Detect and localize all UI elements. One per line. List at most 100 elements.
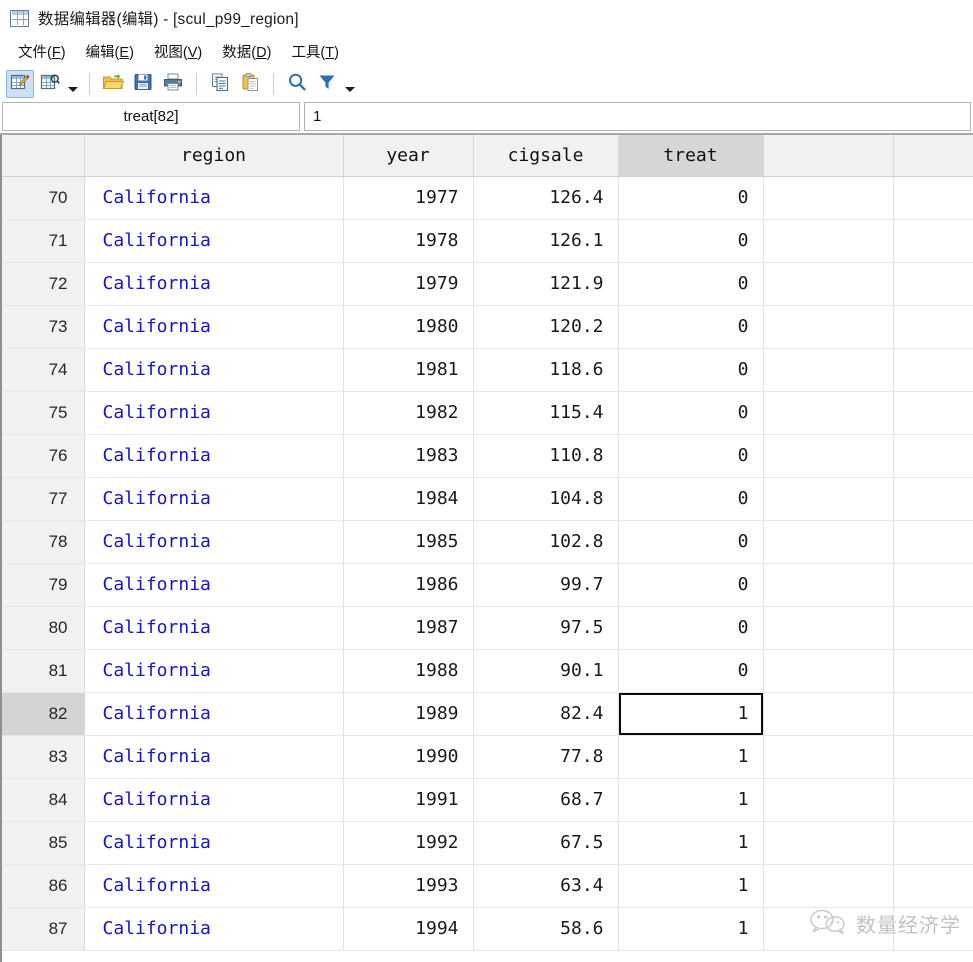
- cell-empty-2[interactable]: [893, 176, 973, 220]
- cell-cigsale[interactable]: 90.1: [473, 649, 619, 693]
- cell-year[interactable]: 1985: [343, 520, 474, 564]
- table-row[interactable]: 78 California 1985 102.8 0: [0, 520, 973, 564]
- column-header-region[interactable]: region: [84, 135, 344, 177]
- cell-reference-input[interactable]: treat[82]: [2, 102, 300, 131]
- cell-empty-2[interactable]: [893, 649, 973, 693]
- cell-year[interactable]: 1988: [343, 649, 474, 693]
- cell-region[interactable]: California: [84, 563, 344, 607]
- table-row[interactable]: 79 California 1986 99.7 0: [0, 563, 973, 607]
- cell-cigsale[interactable]: 110.8: [473, 434, 619, 478]
- cell-empty-2[interactable]: [893, 520, 973, 564]
- cell-year[interactable]: 1978: [343, 219, 474, 263]
- cell-cigsale[interactable]: 58.6: [473, 907, 619, 951]
- cell-empty-2[interactable]: [893, 262, 973, 306]
- cell-empty-2[interactable]: [893, 864, 973, 908]
- cell-cigsale[interactable]: 99.7: [473, 563, 619, 607]
- cell-treat[interactable]: 0: [618, 219, 764, 263]
- cell-empty-1[interactable]: [763, 434, 894, 478]
- table-row[interactable]: 86 California 1993 63.4 1: [0, 864, 973, 908]
- cell-empty-2[interactable]: [893, 606, 973, 650]
- cell-region[interactable]: California: [84, 305, 344, 349]
- cell-year[interactable]: 1984: [343, 477, 474, 521]
- row-number-cell[interactable]: 77: [0, 477, 85, 521]
- cell-empty-1[interactable]: [763, 563, 894, 607]
- cell-treat[interactable]: 1: [618, 864, 764, 908]
- copy-button[interactable]: [206, 70, 234, 98]
- filter-dropdown-arrow[interactable]: [343, 71, 357, 97]
- cell-empty-2[interactable]: [893, 907, 973, 951]
- cell-cigsale[interactable]: 67.5: [473, 821, 619, 865]
- row-number-cell[interactable]: 80: [0, 606, 85, 650]
- cell-empty-1[interactable]: [763, 477, 894, 521]
- cell-year[interactable]: 1977: [343, 176, 474, 220]
- cell-year[interactable]: 1979: [343, 262, 474, 306]
- cell-treat[interactable]: 0: [618, 391, 764, 435]
- open-file-button[interactable]: [99, 70, 127, 98]
- save-button[interactable]: [129, 70, 157, 98]
- row-number-cell[interactable]: 81: [0, 649, 85, 693]
- cell-empty-1[interactable]: [763, 606, 894, 650]
- cell-region[interactable]: California: [84, 391, 344, 435]
- cell-region[interactable]: California: [84, 348, 344, 392]
- browse-mode-dropdown-arrow[interactable]: [66, 71, 80, 97]
- cell-empty-2[interactable]: [893, 735, 973, 779]
- row-number-cell[interactable]: 87: [0, 907, 85, 951]
- cell-empty-2[interactable]: [893, 305, 973, 349]
- cell-region[interactable]: California: [84, 692, 344, 736]
- row-number-cell[interactable]: 78: [0, 520, 85, 564]
- cell-region[interactable]: California: [84, 606, 344, 650]
- menu-item-edit[interactable]: 编辑(E): [82, 39, 150, 64]
- cell-region[interactable]: California: [84, 219, 344, 263]
- cell-year[interactable]: 1986: [343, 563, 474, 607]
- row-number-cell[interactable]: 83: [0, 735, 85, 779]
- active-cell-treat[interactable]: 1: [618, 692, 764, 736]
- table-row[interactable]: 80 California 1987 97.5 0: [0, 606, 973, 650]
- cell-cigsale[interactable]: 68.7: [473, 778, 619, 822]
- cell-empty-2[interactable]: [893, 434, 973, 478]
- cell-empty-1[interactable]: [763, 305, 894, 349]
- cell-year[interactable]: 1992: [343, 821, 474, 865]
- cell-year[interactable]: 1981: [343, 348, 474, 392]
- cell-empty-2[interactable]: [893, 778, 973, 822]
- cell-treat[interactable]: 0: [618, 606, 764, 650]
- cell-region[interactable]: California: [84, 477, 344, 521]
- cell-year[interactable]: 1983: [343, 434, 474, 478]
- cell-treat[interactable]: 0: [618, 176, 764, 220]
- cell-region[interactable]: California: [84, 778, 344, 822]
- row-number-cell[interactable]: 70: [0, 176, 85, 220]
- cell-empty-2[interactable]: [893, 821, 973, 865]
- cell-empty-1[interactable]: [763, 735, 894, 779]
- cell-cigsale[interactable]: 115.4: [473, 391, 619, 435]
- cell-region[interactable]: California: [84, 176, 344, 220]
- cell-cigsale[interactable]: 77.8: [473, 735, 619, 779]
- browse-mode-button[interactable]: [36, 70, 64, 98]
- cell-treat[interactable]: 1: [618, 778, 764, 822]
- filter-button[interactable]: [313, 70, 341, 98]
- menu-item-data[interactable]: 数据(D): [218, 39, 287, 64]
- table-row[interactable]: 74 California 1981 118.6 0: [0, 348, 973, 392]
- cell-empty-1[interactable]: [763, 864, 894, 908]
- table-row[interactable]: 81 California 1988 90.1 0: [0, 649, 973, 693]
- grid-corner-header[interactable]: [0, 135, 85, 177]
- row-number-cell[interactable]: 72: [0, 262, 85, 306]
- row-number-cell[interactable]: 73: [0, 305, 85, 349]
- table-row[interactable]: 76 California 1983 110.8 0: [0, 434, 973, 478]
- row-number-cell[interactable]: 76: [0, 434, 85, 478]
- cell-cigsale[interactable]: 121.9: [473, 262, 619, 306]
- cell-year[interactable]: 1987: [343, 606, 474, 650]
- cell-empty-1[interactable]: [763, 692, 894, 736]
- cell-empty-2[interactable]: [893, 692, 973, 736]
- cell-empty-1[interactable]: [763, 348, 894, 392]
- cell-empty-1[interactable]: [763, 821, 894, 865]
- menu-item-file[interactable]: 文件(F): [14, 39, 82, 64]
- cell-treat[interactable]: 0: [618, 563, 764, 607]
- cell-empty-1[interactable]: [763, 649, 894, 693]
- column-header-empty-2[interactable]: [893, 135, 973, 177]
- column-header-cigsale[interactable]: cigsale: [473, 135, 619, 177]
- table-row[interactable]: 73 California 1980 120.2 0: [0, 305, 973, 349]
- cell-empty-1[interactable]: [763, 907, 894, 951]
- cell-year[interactable]: 1989: [343, 692, 474, 736]
- cell-treat[interactable]: 0: [618, 477, 764, 521]
- table-row[interactable]: 87 California 1994 58.6 1: [0, 907, 973, 951]
- cell-cigsale[interactable]: 82.4: [473, 692, 619, 736]
